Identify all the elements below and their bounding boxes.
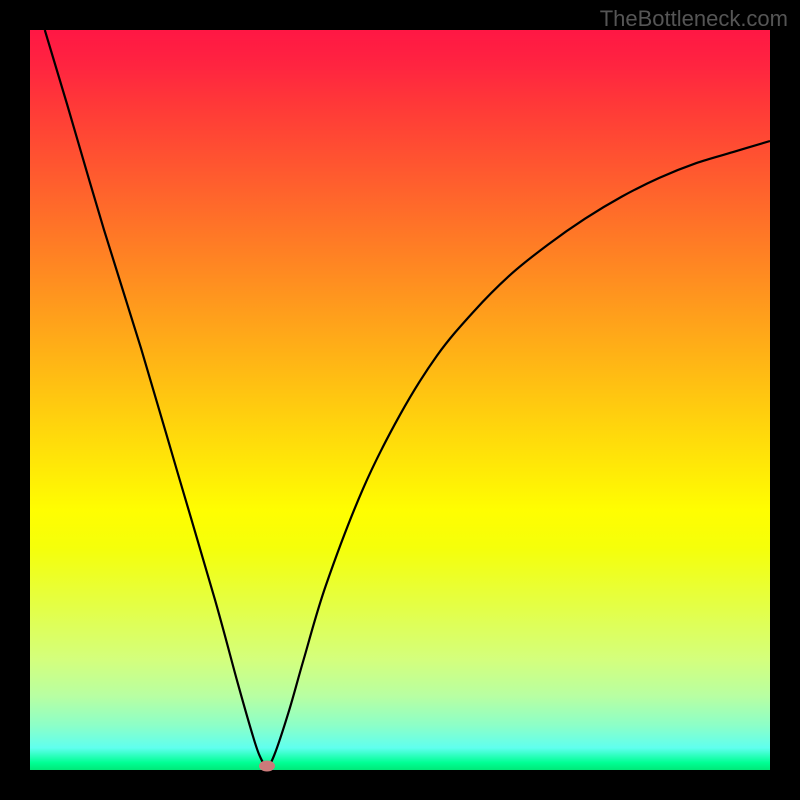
optimal-point-marker bbox=[259, 761, 275, 772]
chart-plot-area bbox=[30, 30, 770, 770]
chart-curve-svg bbox=[30, 30, 770, 770]
bottleneck-curve-line bbox=[45, 30, 770, 766]
watermark-text: TheBottleneck.com bbox=[600, 6, 788, 32]
